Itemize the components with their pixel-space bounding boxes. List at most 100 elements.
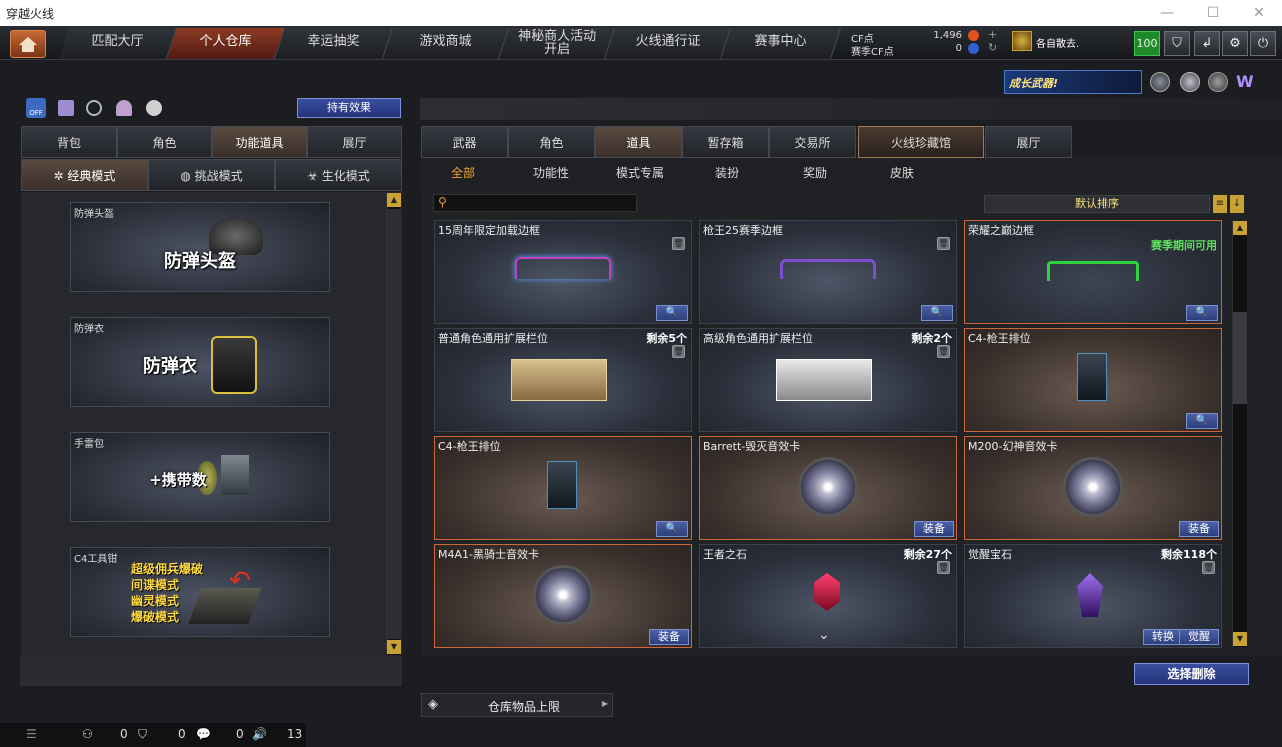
volume-icon[interactable]: 🔊 [252,727,267,741]
close-button[interactable]: ✕ [1236,0,1282,26]
nav-tab-lucky-draw[interactable]: 幸运抽奖 [274,28,394,59]
item-card-advanced-slot[interactable]: 高级角色通用扩展栏位 剩余2个 🗑 [699,328,957,432]
sort-direction-icon[interactable]: ↓ [1230,195,1244,213]
nav-tab-battle-pass[interactable]: 火线通行证 [604,28,732,59]
left-tab-showroom[interactable]: 展厅 [307,126,402,158]
globe-icon[interactable] [1180,72,1200,92]
chat-icon[interactable]: 💬 [196,727,211,741]
right-tab-characters[interactable]: 角色 [508,126,595,158]
subtab-mode-exclusive[interactable]: 模式专属 [616,162,664,184]
preview-icon[interactable]: 🔍 [656,305,688,321]
left-tab-backpack[interactable]: 背包 [21,126,117,158]
convert-button[interactable]: 转换 [1143,629,1183,645]
right-tab-showroom[interactable]: 展厅 [985,126,1072,158]
item-card-15th-frame[interactable]: 15周年限定加载边框 🗑 🔍 [434,220,692,324]
avatar[interactable] [1012,31,1032,51]
preview-icon[interactable]: 🔍 [921,305,953,321]
stats-icon[interactable] [58,100,74,116]
subtab-all[interactable]: 全部 [451,162,475,184]
exit-room-icon[interactable]: ↲ [1194,31,1220,56]
nav-tab-game-mall[interactable]: 游戏商城 [382,28,510,59]
chevron-down-icon[interactable]: ⌄ [818,627,830,643]
maximize-button[interactable]: ☐ [1190,0,1236,26]
right-scroll-thumb[interactable] [1233,312,1247,404]
medal-icon[interactable] [1150,72,1170,92]
nav-tab-match-lobby[interactable]: 匹配大厅 [58,28,178,59]
helmet-card[interactable]: 防弹头盔 防弹头盔 [70,202,330,292]
refresh-icon[interactable]: ↻ [988,41,997,54]
equip-button[interactable]: 装备 [914,521,954,537]
subtab-functional[interactable]: 功能性 [533,162,569,184]
equip-button[interactable]: 装备 [649,629,689,645]
preview-icon[interactable]: 🔍 [1186,413,1218,429]
scroll-down-arrow-icon[interactable]: ▼ [1233,632,1247,646]
mode-challenge[interactable]: ◍ 挑战模式 [148,159,275,191]
storage-limit-bar[interactable]: ◈ 仓库物品上限 ▶ [421,693,613,717]
right-tab-exchange[interactable]: 交易所 [769,126,856,158]
c4-pliers-card[interactable]: C4工具钳 ↶ 超级佣兵爆破 间谍模式 幽灵模式 爆破模式 [70,547,330,637]
mode-classic[interactable]: ✲ 经典模式 [21,159,148,191]
grenade-pack-card[interactable]: 手雷包 +携带数 [70,432,330,522]
right-scrollbar[interactable] [1232,221,1247,647]
item-card-glory-frame[interactable]: 荣耀之巅边框 赛季期间可用 🔍 [964,220,1222,324]
nav-tab-mystery-merchant[interactable]: 神秘商人活动开启 [498,28,616,59]
friends-icon[interactable]: ⚇ [82,727,93,741]
vest-card[interactable]: 防弹衣 防弹衣 [70,317,330,407]
select-delete-button[interactable]: 选择删除 [1134,663,1249,685]
left-tab-function-items[interactable]: 功能道具 [212,126,307,158]
nav-tab-personal-storage[interactable]: 个人仓库 [166,28,286,59]
home-button[interactable] [10,30,46,58]
trash-icon[interactable]: 🗑 [672,345,685,358]
item-card-m200-sound[interactable]: M200-幻神音效卡 装备 [964,436,1222,540]
scroll-up-arrow-icon[interactable]: ▲ [1233,221,1247,235]
search-input[interactable] [433,194,637,212]
item-card-c4-rank-2[interactable]: C4-枪王排位 🔍 [434,436,692,540]
shield-icon[interactable]: ⛉ [1164,31,1190,56]
clan-shield-icon[interactable]: ⛉ [138,727,147,742]
trash-icon[interactable]: 🗑 [672,237,685,250]
right-tab-weapons[interactable]: 武器 [421,126,508,158]
subtab-cosmetics[interactable]: 装扮 [715,162,739,184]
subtab-skins[interactable]: 皮肤 [890,162,914,184]
right-tab-temp-box[interactable]: 暂存箱 [682,126,769,158]
minimize-button[interactable]: — [1144,0,1190,26]
growth-weapon-banner[interactable]: 成长武器! [1004,70,1142,94]
trash-icon[interactable]: 🗑 [937,561,950,574]
level-badge[interactable]: 100 [1134,31,1160,56]
item-card-normal-slot[interactable]: 普通角色通用扩展栏位 剩余5个 🗑 [434,328,692,432]
character-icon[interactable] [116,100,132,116]
item-card-barrett-sound[interactable]: Barrett-毁灭音效卡 装备 [699,436,957,540]
subtab-rewards[interactable]: 奖励 [803,162,827,184]
grenade-icon[interactable] [146,100,162,116]
toggle-off-icon[interactable]: OFF [26,98,46,118]
scroll-down-arrow-icon[interactable]: ▼ [387,640,401,654]
left-tab-character[interactable]: 角色 [117,126,212,158]
reload-icon[interactable] [86,100,102,116]
trash-icon[interactable]: 🗑 [937,237,950,250]
power-icon[interactable]: ⏻ [1250,31,1276,56]
list-view-icon[interactable]: ≡ [1213,195,1227,213]
item-card-m4a1-sound[interactable]: M4A1-黑骑士音效卡 装备 [434,544,692,648]
preview-icon[interactable]: 🔍 [656,521,688,537]
item-card-c4-rank-1[interactable]: C4-枪王排位 🔍 [964,328,1222,432]
preview-icon[interactable]: 🔍 [1186,305,1218,321]
item-card-awaken-gem[interactable]: 觉醒宝石 剩余118个 🗑 转换 觉醒 [964,544,1222,648]
rank-w-icon[interactable]: W [1236,72,1256,92]
gear-icon[interactable]: ⚙ [1222,31,1248,56]
trash-icon[interactable]: 🗑 [1202,561,1215,574]
right-tab-items[interactable]: 道具 [595,126,682,158]
nav-tab-events[interactable]: 赛事中心 [720,28,842,59]
sort-dropdown[interactable]: 默认排序 [984,195,1210,213]
scroll-up-arrow-icon[interactable]: ▲ [387,193,401,207]
trash-icon[interactable]: 🗑 [937,345,950,358]
right-tab-collection[interactable]: 火线珍藏馆 [858,126,984,158]
mode-zombie[interactable]: ☣ 生化模式 [275,159,402,191]
awaken-button[interactable]: 觉醒 [1179,629,1219,645]
item-card-king-stone[interactable]: 王者之石 剩余27个 🗑 ⌄ [699,544,957,648]
item-card-season25-frame[interactable]: 枪王25赛季边框 🗑 🔍 [699,220,957,324]
rocket-icon[interactable] [1208,72,1228,92]
left-scroll-thumb[interactable] [387,209,401,639]
menu-icon[interactable]: ☰ [26,727,37,741]
equip-button[interactable]: 装备 [1179,521,1219,537]
add-icon[interactable]: + [988,28,997,41]
